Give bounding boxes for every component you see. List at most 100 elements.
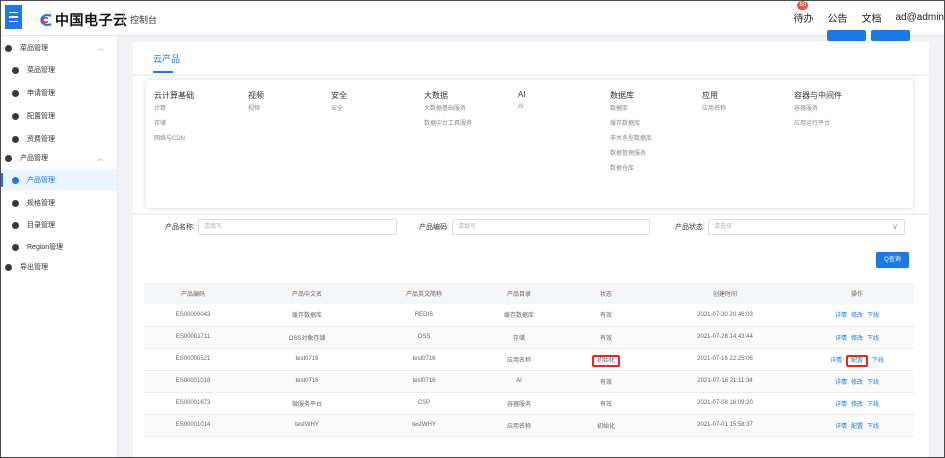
cell-status: 初始化 xyxy=(562,414,650,437)
cell-actions: 详情 修改 下线 xyxy=(800,304,914,327)
sidebar-item[interactable]: 资费管理 xyxy=(1,129,117,149)
sidebar-item-label: 菜品管理 xyxy=(27,67,55,74)
row-action-link[interactable]: 下线 xyxy=(867,313,879,319)
todo-link[interactable]: 88 待办 xyxy=(793,1,813,25)
menu-item-icon xyxy=(5,154,12,162)
column-header: 创建时间 xyxy=(650,283,800,304)
category-item[interactable]: 应用名称 xyxy=(702,105,726,120)
sidebar-item[interactable]: Region管理 xyxy=(1,237,117,257)
category-item[interactable]: 非关系型数据库 xyxy=(610,135,652,150)
chevron-up-icon: ︿ xyxy=(97,45,104,52)
category-item[interactable]: 数据库 xyxy=(610,105,652,120)
row-action-link[interactable]: 配置 xyxy=(851,424,863,430)
row-action-link[interactable]: 详情 xyxy=(835,424,847,430)
category-item[interactable]: 安全 xyxy=(331,105,347,120)
column-header: 产品英文简称 xyxy=(372,283,476,304)
row-action-link[interactable]: 配置 xyxy=(845,354,868,367)
sidebar-item[interactable]: 申请管理 xyxy=(1,83,117,103)
cell-en: test0716 xyxy=(372,348,476,371)
hamburger-menu-button[interactable] xyxy=(5,5,22,29)
docs-link[interactable]: 文档 xyxy=(861,10,881,25)
cell-cn: test0716 xyxy=(242,370,372,393)
console-link[interactable]: 控制台 xyxy=(130,13,157,26)
category-column: 视频 视频 xyxy=(248,90,264,120)
sidebar-item-label: 产品管理 xyxy=(20,155,48,162)
cell-code: ES00001673 xyxy=(144,392,242,415)
sidebar-item[interactable]: 菜品管理 xyxy=(1,60,117,80)
row-action-link[interactable]: 修改 xyxy=(851,313,863,319)
menu-item-icon xyxy=(12,243,19,251)
column-header: 产品目录 xyxy=(476,283,562,304)
cell-time: 2021-07-08 16:09:20 xyxy=(650,392,800,415)
sidebar-item-label: 导出管理 xyxy=(20,264,48,271)
row-action-link[interactable]: 详情 xyxy=(835,313,847,319)
category-item[interactable]: 应用运行平台 xyxy=(794,120,842,135)
category-item[interactable]: 数据仓库 xyxy=(610,165,652,180)
cell-dir: 容器服务 xyxy=(476,392,562,415)
cell-time: 2021-07-16 22:25:06 xyxy=(650,348,800,371)
search-button[interactable]: Q查询 xyxy=(876,252,909,268)
category-item[interactable]: 视频 xyxy=(248,105,264,120)
cell-dir: AI xyxy=(476,370,562,393)
row-action-link[interactable]: 详情 xyxy=(835,402,847,408)
category-heading: 大数据 xyxy=(424,91,448,100)
row-action-link[interactable]: 下线 xyxy=(867,336,879,342)
sidebar-item-label: 资费管理 xyxy=(27,136,55,143)
category-item[interactable]: 容器服务 xyxy=(794,105,842,120)
row-action-link[interactable]: 下线 xyxy=(867,380,879,386)
row-action-link[interactable]: 修改 xyxy=(851,402,863,408)
category-item[interactable]: 大数据基础服务 xyxy=(424,105,472,120)
sidebar-item-label: 菜品管理 xyxy=(20,45,48,52)
cell-dir: 存储 xyxy=(476,326,562,349)
product-name-input[interactable]: 请填写 xyxy=(197,219,397,235)
category-item[interactable]: 数据中台工具服务 xyxy=(424,120,472,135)
row-action-link[interactable]: 下线 xyxy=(867,424,879,430)
row-action-link[interactable]: 修改 xyxy=(851,336,863,342)
sidebar-item[interactable]: 配置管理 xyxy=(1,106,117,126)
category-item[interactable]: 网络与CDN xyxy=(154,135,194,150)
user-account[interactable]: ad@admin xyxy=(895,12,944,23)
row-action-link[interactable]: 下线 xyxy=(872,358,884,364)
row-action-link[interactable]: 修改 xyxy=(851,380,863,386)
header-action-button-2[interactable] xyxy=(871,30,910,41)
category-item[interactable]: AI xyxy=(518,103,526,118)
category-column: 安全 安全 xyxy=(331,90,347,120)
cell-code: ES00001014 xyxy=(144,414,242,437)
tab-cloud-products[interactable]: 云产品 xyxy=(153,52,180,73)
product-code-input[interactable]: 请填写 xyxy=(451,219,650,235)
cell-code: ES00001018 xyxy=(144,370,242,393)
sidebar-item[interactable]: 目录管理 xyxy=(1,215,117,235)
row-action-link[interactable]: 详情 xyxy=(830,358,842,364)
cell-time: 2021-07-30 20:46:03 xyxy=(650,304,800,327)
cec-logo-icon xyxy=(38,14,52,26)
product-status-select[interactable]: 请选择 ∨ xyxy=(707,219,905,235)
category-item[interactable]: 数据管理服务 xyxy=(610,150,652,165)
table-row: ES00001018 test0716 test0716 AI 有效 2021-07-16… xyxy=(144,370,914,393)
cell-cn: test0716 xyxy=(242,348,372,371)
sidebar-item[interactable]: 产品管理 xyxy=(1,170,117,190)
category-item[interactable]: 缓存数据库 xyxy=(610,120,652,135)
product-table-panel: 产品编码 产品中文名 产品英文简称 产品目录 状态 创建时间 操作 ES00000043 缓存… xyxy=(133,275,929,457)
category-heading: 数据库 xyxy=(610,91,634,100)
category-item[interactable]: 计算 xyxy=(154,105,194,120)
cell-code: ES00001711 xyxy=(144,326,242,349)
sidebar-item-label: Region管理 xyxy=(27,244,64,251)
sidebar-group[interactable]: 产品管理 ︿ xyxy=(1,148,117,168)
sidebar-item-label: 申请管理 xyxy=(27,90,55,97)
row-action-link[interactable]: 详情 xyxy=(835,336,847,342)
category-heading: AI xyxy=(518,90,526,99)
announcement-link[interactable]: 公告 xyxy=(827,10,847,25)
cell-time: 2021-07-16 21:11:34 xyxy=(650,370,800,393)
sidebar-group[interactable]: 导出管理 xyxy=(1,257,117,277)
header-action-button-1[interactable] xyxy=(827,30,866,41)
sidebar-item[interactable]: 规格管理 xyxy=(1,193,117,213)
highlighted-status: 初始化 xyxy=(591,354,620,367)
brand-logo[interactable]: 中国电子云 xyxy=(38,10,128,30)
status-select-placeholder: 请选择 xyxy=(713,224,732,230)
row-action-link[interactable]: 下线 xyxy=(867,402,879,408)
sidebar-group[interactable]: 菜品管理 ︿ xyxy=(1,38,117,58)
category-item[interactable]: 存储 xyxy=(154,120,194,135)
row-action-link[interactable]: 详情 xyxy=(835,380,847,386)
menu-item-icon xyxy=(12,89,19,97)
cell-code: ES00000043 xyxy=(144,304,242,327)
